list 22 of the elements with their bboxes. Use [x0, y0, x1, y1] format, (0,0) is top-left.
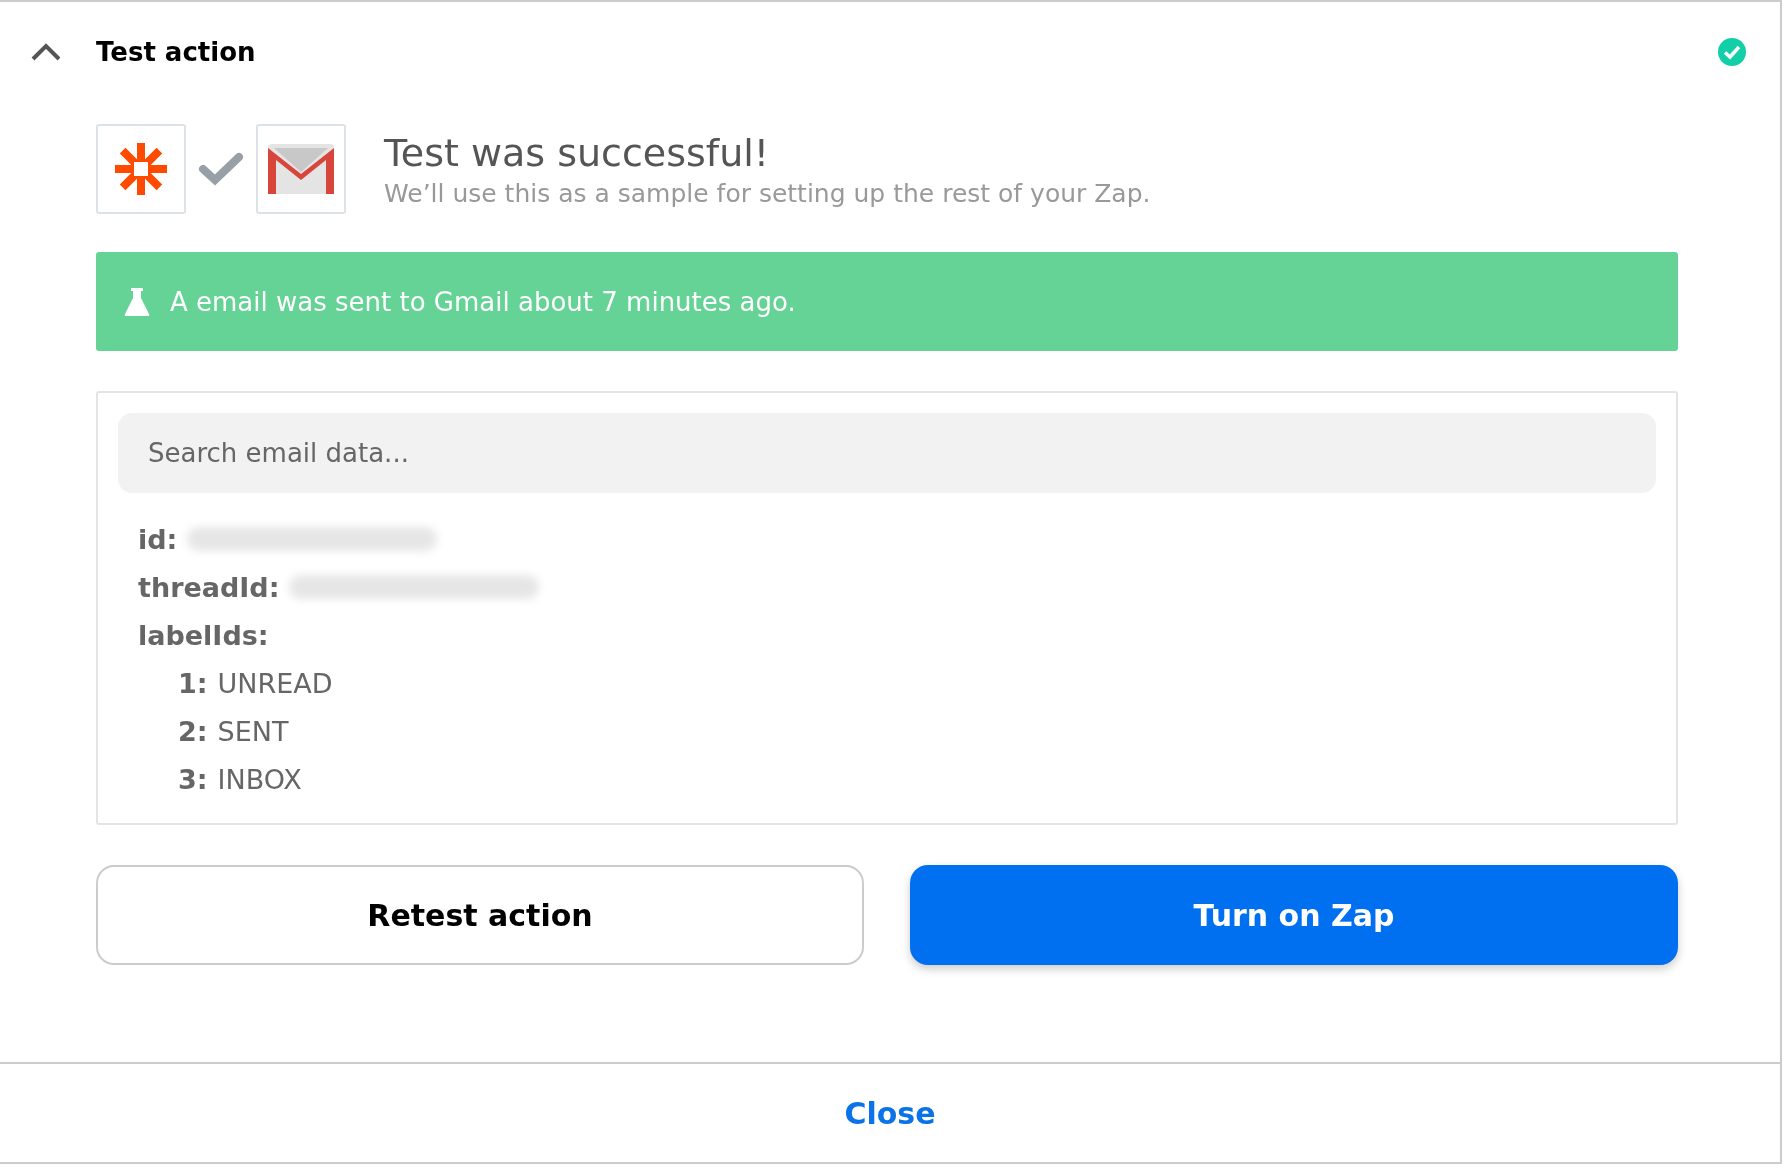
close-link[interactable]: Close [844, 1095, 936, 1131]
success-subtitle: We’ll use this as a sample for setting up the rest of your Zap. [384, 178, 1151, 208]
field-key: threadId: [138, 571, 280, 603]
field-key: id: [138, 523, 178, 555]
search-field[interactable]: Search email data... [118, 413, 1656, 493]
asterisk-icon [115, 143, 167, 195]
turn-on-button[interactable]: Turn on Zap [910, 865, 1678, 965]
field-key: labelIds: [138, 619, 269, 651]
section-title: Test action [96, 37, 257, 67]
retest-button[interactable]: Retest action [96, 865, 864, 965]
chevron-icon[interactable] [30, 42, 62, 62]
flask-icon [124, 286, 150, 317]
field-value: UNREAD [217, 667, 333, 699]
check-icon [198, 151, 244, 187]
banner-message: A email was sent to Gmail about 7 minutes ago. [170, 286, 796, 317]
field-value: INBOX [217, 763, 302, 795]
success-title: Test was successful! [384, 130, 771, 175]
field-value: SENT [217, 715, 289, 747]
field-key: 1: [178, 667, 208, 699]
field-key: 3: [178, 763, 208, 795]
field-key: 2: [178, 715, 208, 747]
envelope-icon [268, 144, 334, 194]
